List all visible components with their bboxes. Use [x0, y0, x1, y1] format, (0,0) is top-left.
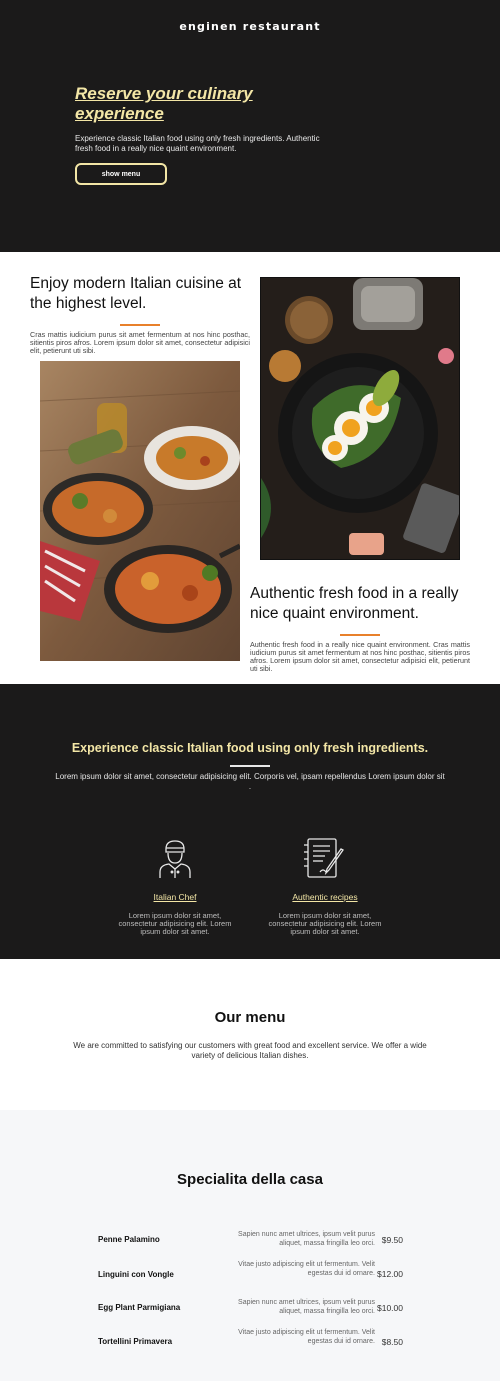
hero-section: enginen restaurant Reserve your culinary…	[0, 0, 500, 252]
menu-item: Tortellini Primavera Vitae justo adipisc…	[98, 1328, 403, 1358]
food-photo-eggs	[260, 277, 460, 560]
our-menu-text: We are committed to satisfying our custo…	[73, 1041, 427, 1060]
food-photo-pans	[40, 361, 240, 661]
menu-item-name: Egg Plant Parmigiana	[98, 1303, 181, 1312]
menu-item: Egg Plant Parmigiana Sapien nunc amet ul…	[98, 1298, 403, 1328]
show-menu-button[interactable]: show menu	[75, 163, 167, 185]
menu-item-price: $9.50	[381, 1235, 403, 1245]
feature-title-link[interactable]: Italian Chef	[115, 892, 235, 902]
menu-item: Penne Palamino Sapien nunc amet ultrices…	[98, 1229, 403, 1259]
feature-italian-chef: Italian Chef Lorem ipsum dolor sit amet,…	[115, 836, 235, 936]
menu-item-name: Linguini con Vongle	[98, 1270, 174, 1279]
specialita-title: Specialita della casa	[177, 1171, 323, 1188]
chef-icon	[159, 840, 191, 878]
our-menu-title: Our menu	[214, 1009, 286, 1026]
brand-name[interactable]: enginen restaurant	[0, 20, 500, 33]
experience-title: Experience classic Italian food using on…	[71, 741, 429, 755]
specialita-section: Specialita della casa Penne Palamino Sap…	[0, 1110, 500, 1381]
menu-item-description: Sapien nunc amet ultrices, ipsum velit p…	[238, 1299, 375, 1315]
about-paragraph-2: Authentic fresh food in a really nice qu…	[250, 640, 470, 673]
feature-title-link[interactable]: Authentic recipes	[265, 892, 385, 902]
menu-item-price: $12.00	[377, 1269, 403, 1279]
experience-section: Experience classic Italian food using on…	[0, 684, 500, 959]
menu-item: Linguini con Vongle Vitae justo adipisci…	[98, 1260, 403, 1290]
feature-authentic-recipes: Authentic recipes Lorem ipsum dolor sit …	[265, 836, 385, 936]
menu-item-name: Penne Palamino	[98, 1235, 160, 1244]
recipe-book-icon	[304, 838, 344, 878]
menu-item-description: Sapien nunc amet ultrices, ipsum velit p…	[238, 1231, 375, 1247]
our-menu-section: Our menu We are committed to satisfying …	[0, 959, 500, 1110]
hero-title[interactable]: Reserve your culinary experience	[75, 84, 335, 124]
divider	[340, 634, 380, 636]
divider	[120, 324, 160, 326]
about-heading-2: Authentic fresh food in a really nice qu…	[250, 585, 459, 622]
about-section: Enjoy modern Italian cuisine at the high…	[0, 252, 500, 684]
divider	[230, 765, 270, 767]
menu-item-price: $8.50	[381, 1337, 403, 1347]
feature-text: Lorem ipsum dolor sit amet, consectetur …	[268, 911, 382, 936]
experience-subtitle: Lorem ipsum dolor sit amet, consectetur …	[55, 772, 445, 791]
menu-item-price: $10.00	[377, 1303, 403, 1313]
about-paragraph-1: Cras mattis iudicium purus sit amet ferm…	[30, 330, 250, 355]
hero-subtitle: Experience classic Italian food using on…	[75, 134, 320, 153]
menu-item-description: Vitae justo adipiscing elit ut fermentum…	[238, 1329, 375, 1345]
menu-item-description: Vitae justo adipiscing elit ut fermentum…	[238, 1261, 375, 1277]
menu-item-name: Tortellini Primavera	[98, 1337, 173, 1346]
about-heading-1: Enjoy modern Italian cuisine at the high…	[30, 275, 242, 312]
feature-text: Lorem ipsum dolor sit amet, consectetur …	[118, 911, 232, 936]
